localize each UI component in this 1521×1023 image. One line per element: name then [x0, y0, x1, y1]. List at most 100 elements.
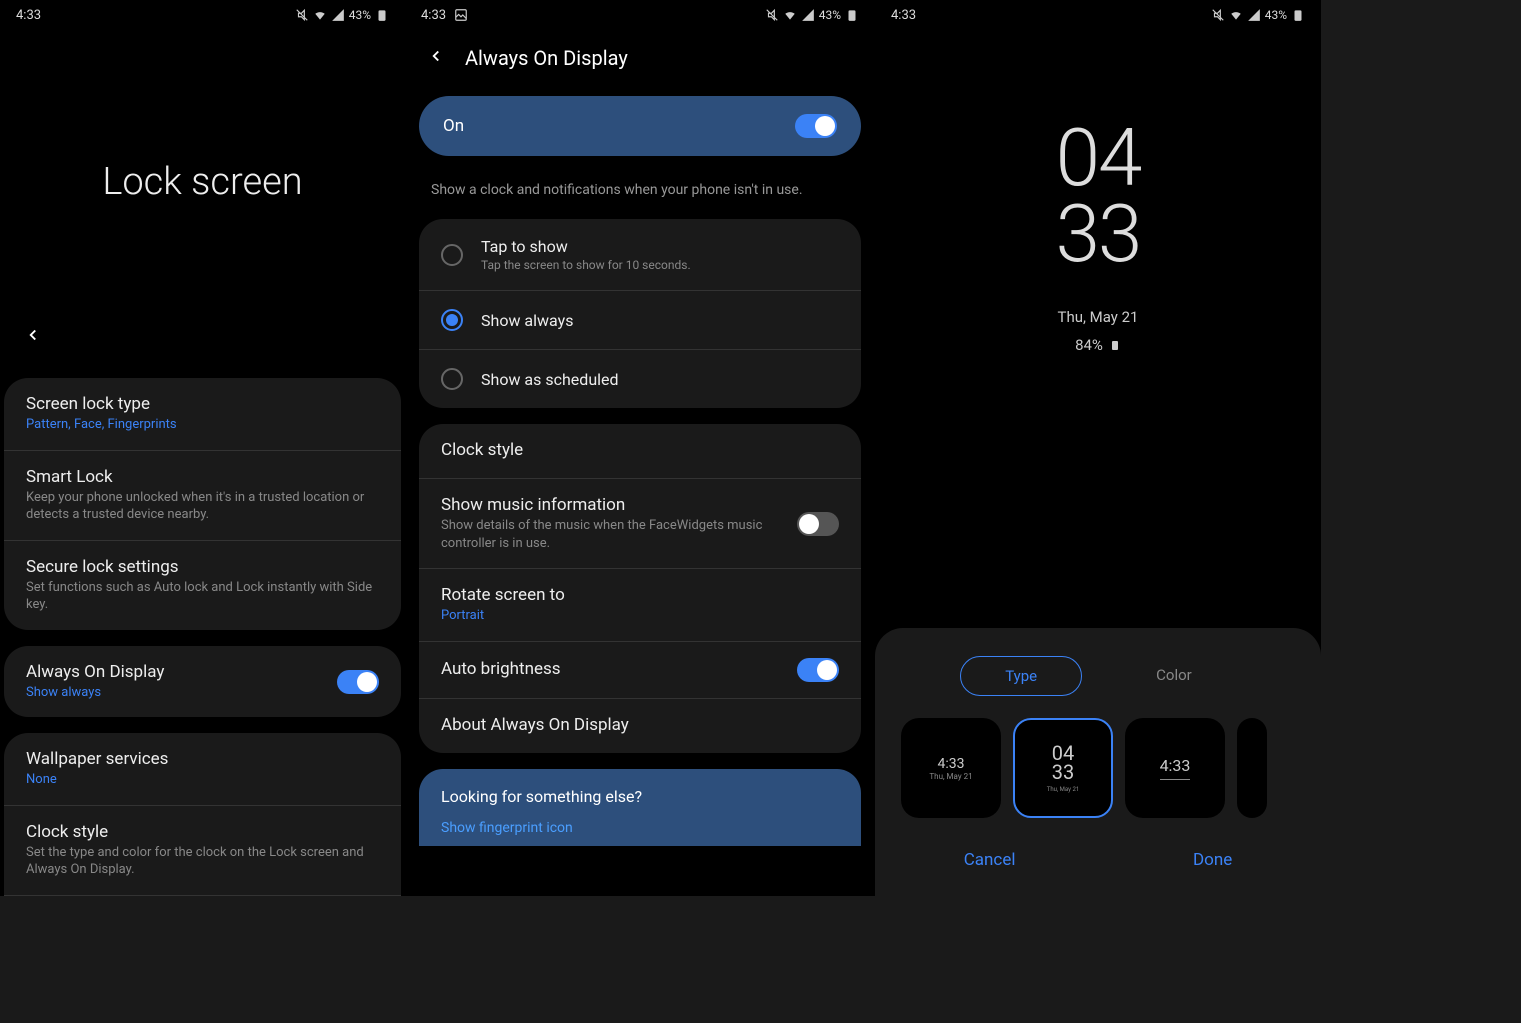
option-title: Tap to show [481, 237, 839, 256]
tab-type[interactable]: Type [960, 656, 1082, 696]
clock-option-1[interactable]: 4:33 Thu, May 21 [901, 718, 1001, 818]
radio-button[interactable] [441, 368, 463, 390]
radio-button[interactable] [441, 244, 463, 266]
preview-battery: 84% [1075, 336, 1121, 354]
about-aod-row[interactable]: About Always On Display [419, 699, 861, 753]
clock-option-3[interactable]: 4:33 [1125, 718, 1225, 818]
wifi-icon [783, 8, 797, 22]
aod-options-card: Clock style Show music information Show … [419, 424, 861, 753]
battery-icon [1109, 339, 1121, 351]
security-settings-card: Screen lock type Pattern, Face, Fingerpr… [4, 378, 401, 630]
status-icons: 43% [295, 8, 389, 22]
status-icons: 43% [765, 8, 859, 22]
setting-subtitle: Portrait [441, 607, 839, 625]
always-on-display-row[interactable]: Always On Display Show always [4, 646, 401, 718]
setting-title: Show music information [441, 495, 797, 515]
brightness-toggle[interactable] [797, 658, 839, 682]
setting-title: Clock style [441, 440, 839, 460]
setting-title: About Always On Display [441, 715, 839, 735]
show-as-scheduled-option[interactable]: Show as scheduled [419, 350, 861, 408]
tab-color[interactable]: Color [1112, 656, 1236, 696]
mute-icon [295, 8, 309, 22]
option-subtitle: Tap the screen to show for 10 seconds. [481, 258, 839, 272]
wifi-icon [313, 8, 327, 22]
preview-minutes: 33 [1056, 196, 1141, 272]
option-title: Show always [481, 311, 839, 330]
radio-button[interactable] [441, 309, 463, 331]
master-toggle[interactable] [795, 114, 837, 138]
option-title: Show as scheduled [481, 370, 839, 389]
secure-lock-settings-row[interactable]: Secure lock settings Set functions such … [4, 541, 401, 630]
appearance-card: Wallpaper services None Clock style Set … [4, 733, 401, 896]
setting-title: Secure lock settings [26, 557, 379, 577]
signal-icon [331, 8, 345, 22]
show-always-option[interactable]: Show always [419, 291, 861, 350]
preview-hours: 04 [1056, 120, 1141, 196]
battery-percent: 43% [349, 8, 371, 22]
rotate-screen-row[interactable]: Rotate screen to Portrait [419, 569, 861, 642]
preview-date: Thu, May 21 [1058, 308, 1139, 326]
clock-style-row[interactable]: Clock style Set the type and color for t… [4, 806, 401, 896]
style-options[interactable]: 4:33 Thu, May 21 04 33 Thu, May 21 4:33 [875, 712, 1321, 824]
suggestion-card: Looking for something else? Show fingerp… [419, 769, 861, 846]
action-bar: Cancel Done [875, 824, 1321, 896]
setting-subtitle: Show always [26, 684, 337, 702]
clock-option-2[interactable]: 04 33 Thu, May 21 [1013, 718, 1113, 818]
setting-subtitle: Set the type and color for the clock on … [26, 844, 379, 879]
screen-lock-type-row[interactable]: Screen lock type Pattern, Face, Fingerpr… [4, 378, 401, 451]
setting-subtitle: Set functions such as Auto lock and Lock… [26, 579, 379, 614]
master-toggle-pill[interactable]: On [419, 96, 861, 156]
clock-style-panel: 4:33 43% 04 33 Thu, May 21 84% Type Colo… [875, 0, 1321, 896]
back-button[interactable] [427, 47, 445, 69]
clock-preview: 04 33 Thu, May 21 84% [875, 120, 1321, 354]
suggestion-link[interactable]: Show fingerprint icon [441, 820, 839, 836]
battery-icon [375, 8, 389, 22]
setting-title: Wallpaper services [26, 749, 379, 769]
chevron-left-icon [427, 47, 445, 65]
status-icons: 43% [1211, 8, 1305, 22]
status-bar: 4:33 43% [875, 0, 1321, 30]
music-toggle[interactable] [797, 512, 839, 536]
battery-icon [845, 8, 859, 22]
wifi-icon [1229, 8, 1243, 22]
setting-title: Clock style [26, 822, 379, 842]
page-title: Lock screen [0, 160, 405, 204]
setting-subtitle: Pattern, Face, Fingerprints [26, 416, 379, 434]
back-button[interactable] [0, 314, 405, 358]
clock-option-4[interactable] [1237, 718, 1267, 818]
smart-lock-row[interactable]: Smart Lock Keep your phone unlocked when… [4, 451, 401, 541]
style-tabs: Type Color [875, 656, 1321, 696]
wallpaper-services-row[interactable]: Wallpaper services None [4, 733, 401, 806]
setting-title: Smart Lock [26, 467, 379, 487]
auto-brightness-row[interactable]: Auto brightness [419, 642, 861, 699]
show-music-row[interactable]: Show music information Show details of t… [419, 479, 861, 569]
on-label: On [443, 116, 464, 136]
signal-icon [1247, 8, 1261, 22]
cancel-button[interactable]: Cancel [964, 850, 1016, 870]
setting-title: Rotate screen to [441, 585, 839, 605]
aod-toggle[interactable] [337, 670, 379, 694]
battery-percent: 43% [1265, 8, 1287, 22]
aod-card: Always On Display Show always [4, 646, 401, 718]
display-mode-card: Tap to show Tap the screen to show for 1… [419, 219, 861, 408]
setting-subtitle: None [26, 771, 379, 789]
suggestion-title: Looking for something else? [441, 787, 839, 806]
status-time: 4:33 [891, 8, 916, 23]
setting-title: Always On Display [26, 662, 337, 682]
image-icon [454, 8, 468, 22]
signal-icon [801, 8, 815, 22]
done-button[interactable]: Done [1193, 850, 1232, 870]
page-title: Always On Display [465, 46, 628, 70]
battery-icon [1291, 8, 1305, 22]
tap-to-show-option[interactable]: Tap to show Tap the screen to show for 1… [419, 219, 861, 291]
description: Show a clock and notifications when your… [405, 166, 875, 219]
clock-style-row[interactable]: Clock style [419, 424, 861, 479]
status-left: 4:33 [421, 8, 468, 23]
status-time: 4:33 [16, 8, 41, 23]
style-picker-sheet: Type Color 4:33 Thu, May 21 04 33 Thu, M… [875, 628, 1321, 896]
chevron-left-icon [24, 326, 42, 344]
mute-icon [765, 8, 779, 22]
status-bar: 4:33 43% [405, 0, 875, 30]
setting-title: Screen lock type [26, 394, 379, 414]
status-bar: 4:33 43% [0, 0, 405, 30]
